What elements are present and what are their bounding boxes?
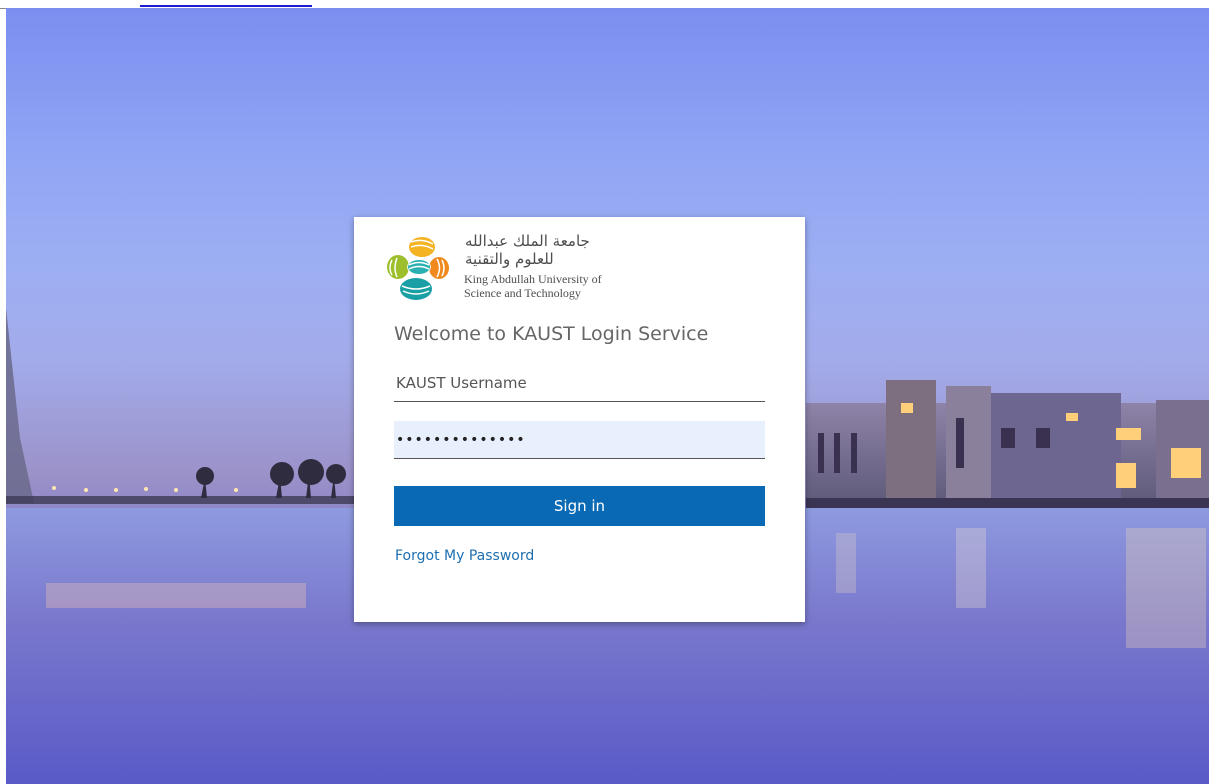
university-name-arabic: جامعة الملك عبدالله للعلوم والتقنية (465, 232, 665, 268)
sign-in-button[interactable]: Sign in (394, 486, 765, 526)
arabic-name-line2: للعلوم والتقنية (465, 250, 554, 268)
arabic-name-line1: جامعة الملك عبدالله (465, 232, 590, 250)
username-input[interactable] (394, 364, 765, 402)
top-link-fragment (140, 0, 312, 7)
password-input[interactable] (394, 421, 765, 459)
english-name-line2: Science and Technology (464, 286, 581, 300)
kaust-logo-icon (387, 237, 449, 300)
page-title: Welcome to KAUST Login Service (394, 323, 709, 345)
english-name-line1: King Abdullah University of (464, 272, 602, 286)
forgot-password-link[interactable]: Forgot My Password (395, 548, 534, 564)
university-name-english: King Abdullah University of Science and … (464, 272, 664, 300)
